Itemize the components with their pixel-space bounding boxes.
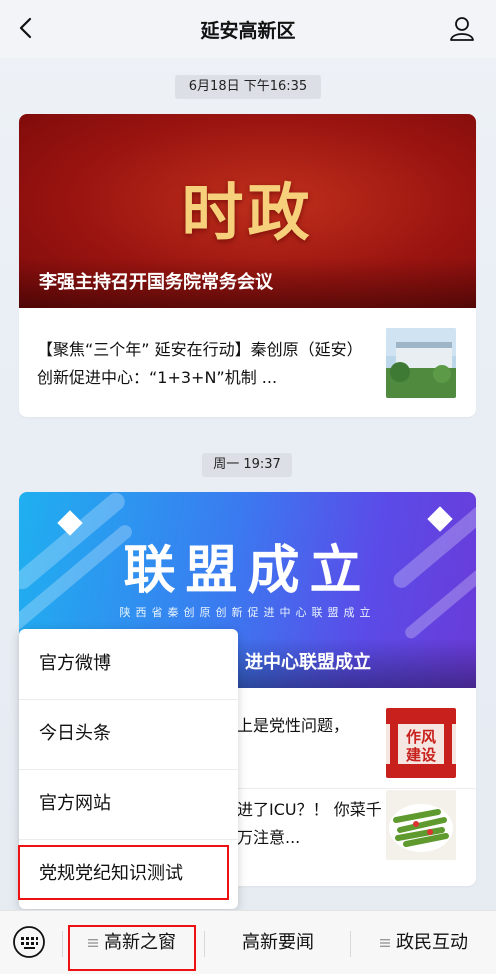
tab-gaoxin-news[interactable]: 高新要闻 (210, 911, 346, 974)
headline-banner[interactable]: 时政 李强主持召开国务院常务会议 (19, 114, 476, 308)
banner-title: 时政 (181, 176, 314, 249)
user-profile-icon[interactable] (448, 14, 476, 42)
message-timestamp: 6月18日 下午16:35 (175, 75, 321, 99)
top-bar: 延安高新区 (0, 0, 496, 58)
highlight-box (68, 925, 196, 971)
menu-lines-icon (380, 939, 390, 947)
banner-subtitle: 陕西省秦创原创新促进中心联盟成立 (119, 606, 376, 619)
banner-title: 联盟成立 (123, 541, 372, 601)
tab-label: 高新要闻 (242, 932, 314, 953)
news-thumbnail: 作风建设 (386, 708, 456, 778)
page-title: 延安高新区 (200, 19, 296, 42)
message-timestamp: 周一 19:37 (202, 453, 292, 477)
news-thumbnail (386, 328, 456, 398)
news-item-title: 上是党性问题， (237, 716, 350, 735)
news-card: 时政 李强主持召开国务院常务会议 【聚焦“三个年” 延安在行动】秦创原（延安）创… (19, 114, 476, 417)
menu-item-official-website[interactable]: 官方网站 (19, 769, 238, 839)
menu-item-toutiao[interactable]: 今日头条 (19, 699, 238, 769)
tab-label: 政民互动 (396, 932, 468, 953)
news-thumbnail (386, 790, 456, 860)
headline-caption: 李强主持召开国务院常务会议 (19, 258, 476, 308)
thumbnail-caption: 作风建设 (405, 728, 436, 764)
menu-item-official-weibo[interactable]: 官方微博 (19, 629, 238, 699)
tab-gov-interaction[interactable]: 政民互动 (356, 911, 492, 974)
bottom-menu-bar: 高新之窗 高新要闻 政民互动 (0, 910, 496, 974)
news-item-title: 进了ICU？！ 你菜千万注意... (237, 800, 382, 847)
news-item[interactable]: 【聚焦“三个年” 延安在行动】秦创原（延安）创新促进中心：“1+3+N”机制 .… (19, 318, 476, 408)
news-item-title: 【聚焦“三个年” 延安在行动】秦创原（延安）创新促进中心：“1+3+N”机制 .… (37, 340, 363, 387)
back-arrow-icon[interactable] (12, 14, 40, 42)
highlight-box (18, 845, 229, 900)
keyboard-icon[interactable] (12, 925, 46, 959)
